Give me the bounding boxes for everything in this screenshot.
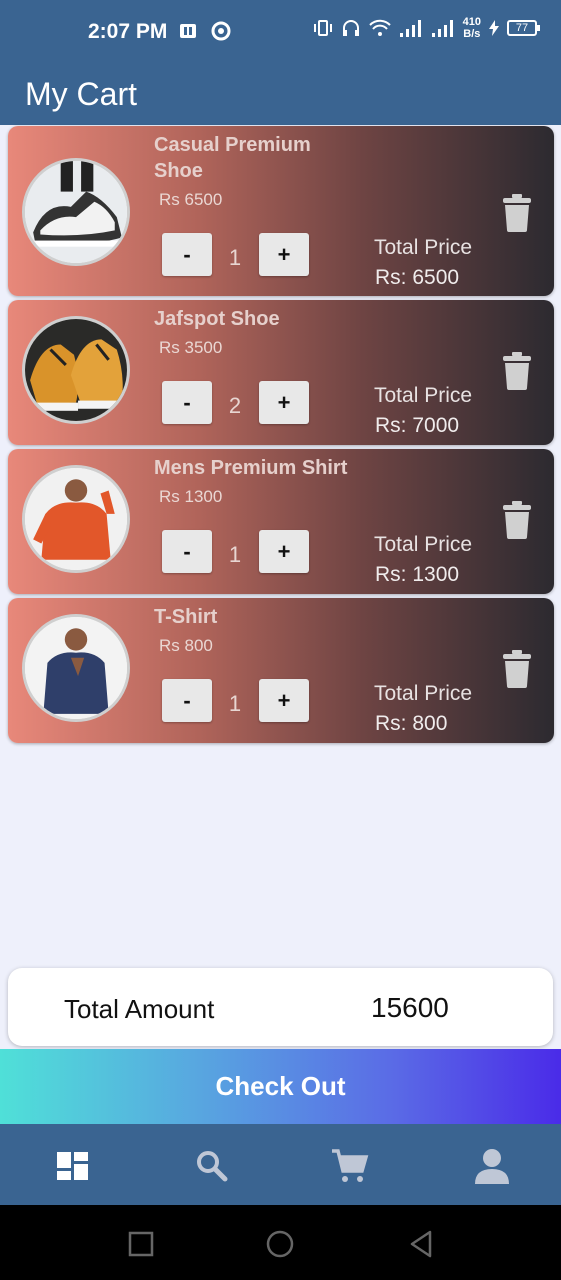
total-price-label: Total Price <box>374 682 473 705</box>
increase-qty-button[interactable]: + <box>259 679 309 722</box>
unit-price: Rs 6500 <box>159 190 223 209</box>
trash-icon[interactable] <box>502 352 532 390</box>
decrease-qty-button[interactable]: - <box>162 381 212 424</box>
increase-qty-button[interactable]: + <box>259 530 309 573</box>
home-icon[interactable] <box>265 1229 295 1259</box>
status-bar: 2:07 PM 410 B/s 77 <box>0 0 561 62</box>
increase-qty-button[interactable]: + <box>259 233 309 276</box>
decrease-qty-button[interactable]: - <box>162 233 212 276</box>
product-name: Casual Premium Shoe <box>154 134 311 182</box>
unit-price: Rs 800 <box>159 636 213 655</box>
checkout-button[interactable]: Check Out <box>0 1049 561 1124</box>
tshirt-model-image <box>25 617 127 719</box>
increase-qty-button[interactable]: + <box>259 381 309 424</box>
app-bar: My Cart <box>0 62 561 125</box>
product-image <box>22 614 130 722</box>
total-price-value: Rs: 7000 <box>375 414 460 437</box>
total-price-label: Total Price <box>374 236 473 259</box>
cart-item: Casual Premium Shoe Rs 6500 - 1 + Total … <box>8 126 554 296</box>
quantity-value: 2 <box>228 393 242 418</box>
total-price-value: Rs: 1300 <box>375 563 460 586</box>
headphones-icon <box>342 20 359 36</box>
bottom-nav <box>0 1124 561 1205</box>
trash-icon[interactable] <box>502 650 532 688</box>
signal-icon-2 <box>431 20 453 37</box>
total-price-value: Rs: 800 <box>375 712 448 735</box>
quantity-value: 1 <box>228 245 242 270</box>
unit-price: Rs 1300 <box>159 487 223 506</box>
signal-icon <box>399 20 421 37</box>
cart-item: Jafspot Shoe Rs 3500 - 2 + Total Price R… <box>8 300 554 445</box>
decrease-qty-button[interactable]: - <box>162 530 212 573</box>
decrease-qty-button[interactable]: - <box>162 679 212 722</box>
recents-icon[interactable] <box>126 1229 156 1259</box>
total-amount-card: Total Amount 15600 <box>8 968 553 1046</box>
shirt-model-image <box>25 468 127 570</box>
back-icon[interactable] <box>406 1229 436 1259</box>
wifi-icon <box>368 19 391 36</box>
unit-price: Rs 3500 <box>159 338 223 357</box>
trash-icon[interactable] <box>502 194 532 232</box>
total-amount-value: 15600 <box>371 992 449 1023</box>
product-name: Mens Premium Shirt <box>154 457 348 479</box>
cart-list: Casual Premium Shoe Rs 6500 - 1 + Total … <box>8 126 554 747</box>
cart-icon[interactable] <box>330 1146 370 1186</box>
search-icon[interactable] <box>192 1146 232 1186</box>
dashboard-icon[interactable] <box>54 1146 94 1186</box>
quantity-value: 1 <box>228 691 242 716</box>
system-nav-bar <box>0 1205 561 1280</box>
total-price-value: Rs: 6500 <box>375 266 460 289</box>
cart-item: T-Shirt Rs 800 - 1 + Total Price Rs: 800 <box>8 598 554 743</box>
product-name: Jafspot Shoe <box>154 308 280 330</box>
sync-icon <box>211 21 231 41</box>
product-name: T-Shirt <box>154 606 218 628</box>
quantity-value: 1 <box>228 542 242 567</box>
cart-item: Mens Premium Shirt Rs 1300 - 1 + Total P… <box>8 449 554 594</box>
sneaker-image <box>25 161 127 263</box>
status-time: 2:07 PM <box>88 20 168 43</box>
charging-icon <box>489 20 499 36</box>
profile-icon[interactable] <box>472 1146 512 1186</box>
total-amount-label: Total Amount <box>64 994 215 1024</box>
notification-icon <box>180 24 196 38</box>
trash-icon[interactable] <box>502 501 532 539</box>
vibrate-icon <box>313 20 332 36</box>
battery-indicator: 77 <box>507 20 540 36</box>
total-price-label: Total Price <box>374 533 473 556</box>
product-image <box>22 158 130 266</box>
sneaker-image <box>25 319 127 421</box>
product-image <box>22 465 130 573</box>
network-speed: 410 B/s <box>462 16 481 40</box>
total-price-label: Total Price <box>374 384 473 407</box>
product-image <box>22 316 130 424</box>
page-title: My Cart <box>25 76 137 112</box>
